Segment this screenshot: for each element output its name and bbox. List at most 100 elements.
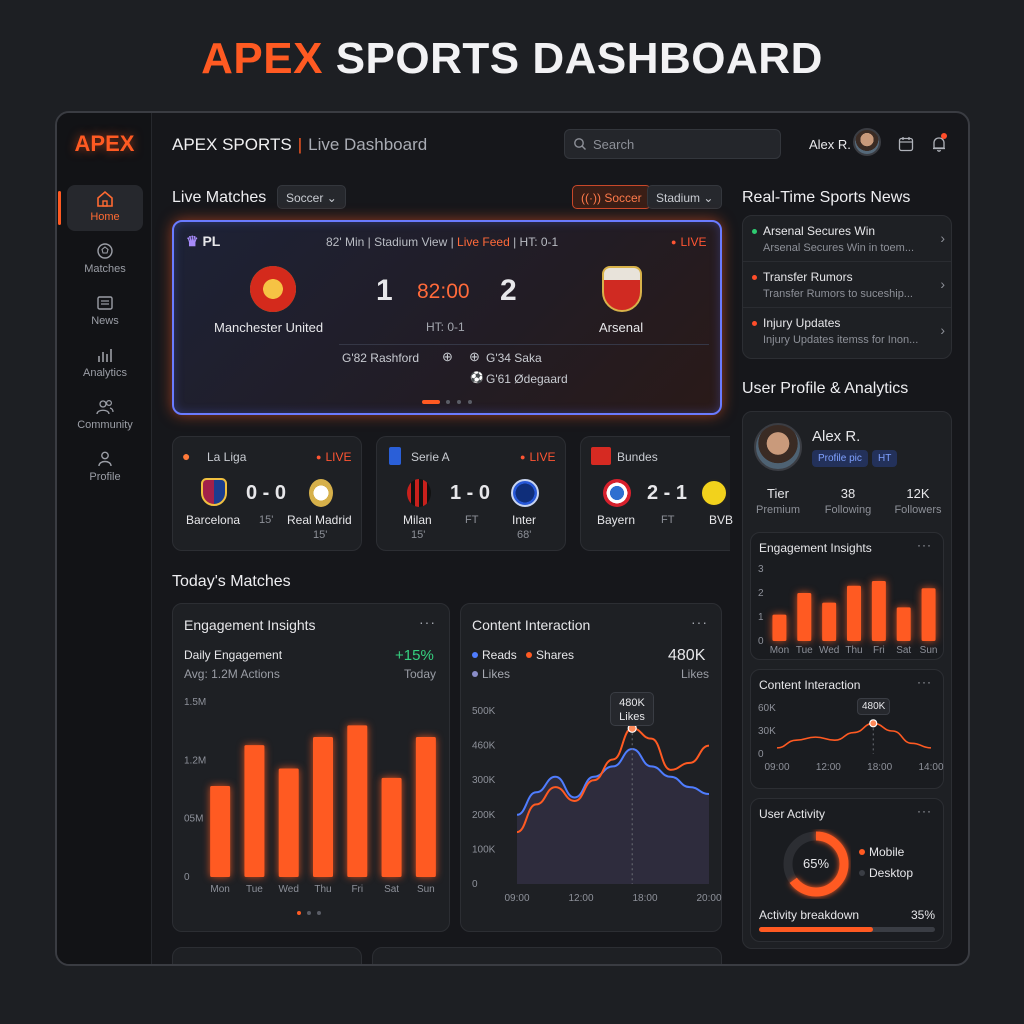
match-info: 82' Min | Stadium View | Live Feed | HT:… bbox=[326, 235, 559, 249]
goal-event: G'61 Ødegaard bbox=[486, 372, 568, 386]
live-badge: LIVE bbox=[671, 235, 706, 249]
match-card[interactable]: ● La Liga LIVE 0 - 0 Barcelona 15' Real … bbox=[172, 436, 362, 551]
search-icon bbox=[574, 138, 586, 150]
y-tick-label: 1 bbox=[758, 612, 764, 623]
news-item[interactable]: Transfer Rumors Transfer Rumors to suces… bbox=[743, 262, 951, 308]
content-line-chart: 500K 460K 300K 200K 100K 0 09:00 12:00 18:00 20:0… bbox=[472, 706, 722, 904]
card-title: Engagement Insights bbox=[759, 541, 872, 555]
sidebar-item-home[interactable]: Home bbox=[58, 185, 143, 231]
more-options-icon[interactable]: ··· bbox=[917, 675, 932, 689]
home-team: Bayern bbox=[597, 513, 636, 527]
more-options-icon[interactable]: ··· bbox=[917, 538, 932, 552]
carousel-dot[interactable] bbox=[468, 400, 472, 404]
series-area bbox=[517, 749, 709, 884]
chart-bar bbox=[210, 786, 231, 877]
sidebar-item-matches[interactable]: Matches bbox=[67, 237, 143, 283]
x-tick-label: Thu bbox=[845, 645, 862, 656]
home-score: 1 bbox=[376, 274, 393, 307]
x-tick-label: Sun bbox=[920, 645, 938, 656]
app-title: APEX SPORTS | Live Dashboard bbox=[172, 135, 428, 154]
user-name[interactable]: Alex R. bbox=[809, 137, 851, 152]
profile-card: Alex R. Profile pic HT Tier Premium 38 F… bbox=[742, 411, 952, 949]
avatar[interactable] bbox=[853, 128, 881, 156]
chevron-right-icon: › bbox=[940, 276, 945, 292]
card-title: Engagement Insights bbox=[184, 617, 316, 633]
section-title-todays-matches: Today's Matches bbox=[172, 573, 291, 590]
stat-label: Premium bbox=[755, 504, 800, 516]
profile-tag[interactable]: HT bbox=[872, 450, 898, 467]
carousel-dot-active[interactable] bbox=[297, 911, 301, 915]
y-tick-label: 30K bbox=[758, 726, 776, 737]
soccer-tag-button[interactable]: ((·)) Soccer bbox=[572, 185, 651, 209]
carousel-dot-active[interactable] bbox=[422, 400, 440, 404]
more-options-icon[interactable]: ··· bbox=[917, 804, 932, 818]
half-time-score: HT: 0-1 bbox=[426, 320, 465, 334]
carousel-dot[interactable] bbox=[446, 400, 450, 404]
engagement-insights-card: Engagement Insights ··· Daily Engagement… bbox=[172, 603, 450, 932]
inter-crest-icon bbox=[511, 479, 539, 507]
y-tick-label: 0 bbox=[758, 749, 764, 760]
sidebar-item-news[interactable]: News bbox=[67, 289, 143, 335]
x-tick-label: Mon bbox=[770, 645, 789, 656]
x-tick-label: Fri bbox=[873, 645, 885, 656]
dashboard-window: APEX Home Matches News Analytics Communi… bbox=[55, 111, 970, 966]
broadcast-icon: ((·)) bbox=[581, 191, 601, 205]
search-input[interactable]: Search bbox=[564, 129, 781, 159]
x-tick-label: Thu bbox=[314, 884, 331, 895]
carousel-dot[interactable] bbox=[457, 400, 461, 404]
metric-value: 480K bbox=[668, 647, 706, 664]
bvb-crest-icon bbox=[700, 479, 728, 507]
sidebar-item-profile[interactable]: Profile bbox=[67, 445, 143, 491]
y-tick-label: 300K bbox=[472, 775, 496, 786]
sidebar-item-community[interactable]: Community bbox=[67, 393, 143, 439]
x-tick-label: 09:00 bbox=[764, 762, 789, 773]
match-card[interactable]: Serie A LIVE 1 - 0 Milan FT Inter 15' 68… bbox=[376, 436, 566, 551]
status-dot bbox=[752, 229, 757, 234]
y-tick-label: 3 bbox=[758, 564, 764, 575]
y-tick-label: 0 bbox=[472, 879, 478, 890]
card-title: User Activity bbox=[759, 807, 826, 821]
league-name: La Liga bbox=[207, 450, 247, 464]
news-title: Arsenal Secures Win bbox=[763, 224, 876, 238]
match-minute: 15' bbox=[259, 514, 274, 526]
match-card[interactable]: Bundes 2 - 1 Bayern FT BVB bbox=[580, 436, 733, 551]
ball-icon bbox=[97, 243, 113, 259]
news-snippet: Transfer Rumors to suceship... bbox=[763, 288, 913, 300]
chevron-right-icon: › bbox=[940, 230, 945, 246]
live-badge: LIVE bbox=[316, 450, 351, 464]
chart-bar bbox=[921, 588, 936, 641]
news-item[interactable]: Injury Updates Injury Updates itemss for… bbox=[743, 308, 951, 354]
calendar-icon[interactable] bbox=[897, 135, 915, 153]
metric-period: Today bbox=[404, 667, 437, 681]
home-team: Milan bbox=[403, 513, 432, 527]
logo: APEX bbox=[74, 131, 135, 156]
carousel-dot[interactable] bbox=[317, 911, 321, 915]
x-tick-label: 09:00 bbox=[504, 893, 529, 904]
status-dot bbox=[752, 321, 757, 326]
sport-filter-dropdown[interactable]: Soccer ⌄ bbox=[277, 185, 346, 209]
chart-bar bbox=[313, 737, 333, 877]
profile-tag[interactable]: Profile pic bbox=[812, 450, 868, 467]
user-activity-card: User Activity ··· 65% Mobile Desktop Act… bbox=[750, 798, 944, 942]
news-item[interactable]: Arsenal Secures Win Arsenal Secures Win … bbox=[743, 216, 951, 262]
page-title: APEX SPORTS DASHBOARD bbox=[201, 34, 823, 83]
analytics-icon bbox=[98, 349, 112, 362]
stat-label: Followers bbox=[894, 504, 942, 516]
league-name: Bundes bbox=[617, 450, 658, 464]
view-dropdown[interactable]: Stadium ⌄ bbox=[647, 185, 723, 209]
sidebar-item-label: Community bbox=[77, 419, 133, 431]
avatar[interactable] bbox=[754, 423, 802, 471]
score: 1 - 0 bbox=[450, 482, 491, 504]
more-options-icon[interactable]: ··· bbox=[691, 614, 708, 630]
y-tick-label: 0 bbox=[758, 636, 764, 647]
metric-label: Likes bbox=[681, 667, 710, 681]
section-title-profile: User Profile & Analytics bbox=[742, 380, 909, 397]
featured-match-card[interactable]: ♛ PL 82' Min | Stadium View | Live Feed … bbox=[172, 220, 722, 415]
news-title: Injury Updates bbox=[763, 316, 841, 330]
carousel-dot[interactable] bbox=[307, 911, 311, 915]
chart-bar bbox=[871, 581, 886, 641]
section-title-live-matches: Live Matches bbox=[172, 189, 267, 206]
more-options-icon[interactable]: ··· bbox=[419, 614, 436, 630]
metric-average: Avg: 1.2M Actions bbox=[184, 667, 280, 681]
sidebar-item-analytics[interactable]: Analytics bbox=[67, 341, 143, 387]
